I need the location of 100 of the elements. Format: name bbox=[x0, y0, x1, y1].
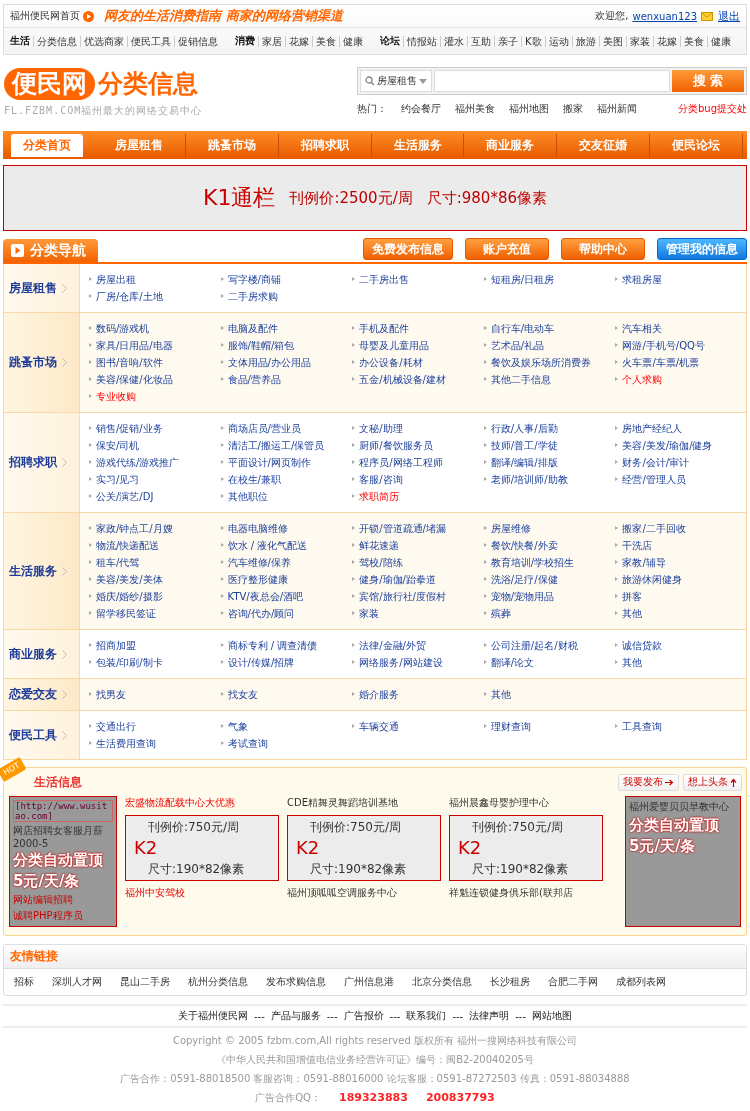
category-label[interactable]: 恋爱交友 bbox=[4, 679, 80, 710]
category-link[interactable]: 求租房屋 bbox=[614, 271, 746, 288]
category-link[interactable]: 清洁工/搬运工/保管员 bbox=[219, 437, 352, 454]
quick-nav-link[interactable]: 美食 bbox=[679, 35, 707, 47]
footer-link[interactable]: 广告报价 bbox=[343, 1009, 384, 1023]
category-link[interactable]: 殡葬 bbox=[482, 605, 615, 622]
footer-link[interactable]: 法律声明 bbox=[469, 1009, 510, 1023]
quick-nav-link[interactable]: 美图 bbox=[598, 35, 626, 47]
category-link[interactable]: 厨师/餐饮服务员 bbox=[351, 437, 483, 454]
category-link[interactable]: 家具/日用品/电器 bbox=[88, 337, 220, 354]
category-link[interactable]: 物流/快递配送 bbox=[88, 537, 220, 554]
category-link[interactable]: 技师/普工/学徒 bbox=[482, 437, 615, 454]
category-link[interactable]: 二手房求购 bbox=[219, 288, 352, 305]
category-link[interactable]: 在校生/兼职 bbox=[219, 471, 352, 488]
category-link[interactable]: 财务/会计/审计 bbox=[614, 454, 746, 471]
bug-report-link[interactable]: 分类bug提交处 bbox=[677, 102, 747, 116]
category-link[interactable]: 美容/保健/化妆品 bbox=[88, 371, 220, 388]
footer-link[interactable]: 产品与服务 bbox=[270, 1009, 321, 1023]
category-link[interactable]: 婚庆/婚纱/摄影 bbox=[88, 588, 220, 605]
category-link[interactable]: 商标专利 / 调查清债 bbox=[219, 637, 352, 654]
category-link[interactable]: 专业收购 bbox=[88, 388, 220, 405]
category-link[interactable]: 图书/音响/软件 bbox=[88, 354, 220, 371]
category-link[interactable]: 考试查询 bbox=[219, 735, 352, 752]
category-link[interactable]: 短租房/日租房 bbox=[482, 271, 615, 288]
arrow-circle-icon[interactable] bbox=[83, 10, 94, 22]
friend-link[interactable]: 杭州分类信息 bbox=[188, 975, 248, 989]
category-link[interactable]: 找男友 bbox=[88, 686, 220, 703]
category-link[interactable]: 婚介服务 bbox=[351, 686, 483, 703]
category-link[interactable]: 拼客 bbox=[614, 588, 746, 605]
category-link[interactable]: 健身/瑜伽/跆拳道 bbox=[351, 571, 483, 588]
category-link[interactable]: 房屋出租 bbox=[88, 271, 220, 288]
category-link[interactable]: 搬家/二手回收 bbox=[614, 520, 746, 537]
quick-nav-link[interactable]: 花嫁 bbox=[652, 35, 680, 47]
listing-link[interactable]: 福州中安驾校 bbox=[125, 886, 279, 900]
category-link[interactable]: 找女友 bbox=[219, 686, 352, 703]
category-link[interactable]: 诚信贷款 bbox=[614, 637, 746, 654]
category-link[interactable]: 包装/印刷/制卡 bbox=[88, 654, 220, 671]
ad-teaser[interactable]: 网店招聘女客服月薪2000-5 bbox=[13, 824, 113, 849]
category-title[interactable]: 招聘求职 bbox=[9, 454, 57, 471]
category-link[interactable]: 其他 bbox=[482, 686, 615, 703]
footer-link[interactable]: 网站地图 bbox=[532, 1009, 573, 1023]
hot-link[interactable]: 福州美食 bbox=[455, 102, 495, 116]
category-link[interactable]: 工具查询 bbox=[614, 718, 746, 735]
category-link[interactable]: 驾校/陪练 bbox=[351, 554, 483, 571]
ad-teaser[interactable]: 福州爱婴贝贝早教中心 bbox=[629, 800, 737, 814]
friend-link[interactable]: 北京分类信息 bbox=[412, 975, 472, 989]
category-label[interactable]: 便民工具 bbox=[4, 711, 80, 759]
category-link[interactable]: 宠物/宠物用品 bbox=[482, 588, 615, 605]
category-link[interactable]: 房屋维修 bbox=[482, 520, 615, 537]
category-link[interactable]: 其他 bbox=[614, 654, 746, 671]
category-link[interactable]: 公司注册/起名/财税 bbox=[482, 637, 615, 654]
category-label[interactable]: 房屋租售 bbox=[4, 264, 80, 312]
category-link[interactable]: 留学移民签证 bbox=[88, 605, 220, 622]
listing-link[interactable]: 祥魁连锁健身俱乐部(联邦店 bbox=[449, 886, 603, 900]
category-link[interactable]: 翻译/编辑/排版 bbox=[482, 454, 615, 471]
category-link[interactable]: 汽车相关 bbox=[614, 320, 746, 337]
category-link[interactable]: 餐饮/快餐/外卖 bbox=[482, 537, 615, 554]
category-link[interactable]: 艺术品/礼品 bbox=[482, 337, 615, 354]
category-label[interactable]: 跳蚤市场 bbox=[4, 313, 80, 412]
quick-nav-link[interactable]: 旅游 bbox=[571, 35, 599, 47]
friend-link[interactable]: 招标 bbox=[14, 975, 34, 989]
category-link[interactable]: 母婴及儿童用品 bbox=[351, 337, 483, 354]
category-link[interactable]: 销售/促销/业务 bbox=[88, 420, 220, 437]
quick-nav-link[interactable]: 美食 bbox=[312, 35, 339, 47]
category-title[interactable]: 生活服务 bbox=[9, 562, 57, 580]
category-link[interactable]: 个人求购 bbox=[614, 371, 746, 388]
category-title[interactable]: 商业服务 bbox=[9, 645, 57, 663]
category-link[interactable]: 美容/美发/瑜伽/健身 bbox=[614, 437, 746, 454]
category-link[interactable]: 汽车维修/保养 bbox=[219, 554, 352, 571]
footer-link[interactable]: 联系我们 bbox=[406, 1009, 447, 1023]
category-link[interactable]: 其他二手信息 bbox=[482, 371, 615, 388]
category-link[interactable]: 数码/游戏机 bbox=[88, 320, 220, 337]
quick-nav-link[interactable]: 家装 bbox=[625, 35, 653, 47]
category-link[interactable]: 电脑及配件 bbox=[219, 320, 352, 337]
category-link[interactable]: 老师/培训师/助教 bbox=[482, 471, 615, 488]
quick-nav-link[interactable]: 优选商家 bbox=[80, 35, 127, 47]
category-link[interactable]: 生活费用查询 bbox=[88, 735, 220, 752]
category-title[interactable]: 恋爱交友 bbox=[9, 686, 57, 703]
category-link[interactable]: 五金/机械设备/建材 bbox=[351, 371, 483, 388]
logout-link[interactable]: 退出 bbox=[718, 8, 740, 24]
category-link[interactable]: 程序员/网络工程师 bbox=[351, 454, 483, 471]
category-link[interactable]: 实习/见习 bbox=[88, 471, 220, 488]
quick-nav-link[interactable]: 分类信息 bbox=[33, 35, 80, 47]
category-link[interactable]: 客服/咨询 bbox=[351, 471, 483, 488]
category-link[interactable]: 理财查询 bbox=[482, 718, 615, 735]
category-link[interactable]: 文体用品/办公用品 bbox=[219, 354, 352, 371]
category-link[interactable]: 鲜花速递 bbox=[351, 537, 483, 554]
category-link[interactable]: 平面设计/网页制作 bbox=[219, 454, 352, 471]
listing-link[interactable]: 福州晨鑫母婴护理中心 bbox=[449, 796, 603, 810]
ad-url[interactable]: [http://www.wusitao.com] bbox=[13, 800, 113, 822]
category-link[interactable]: 法律/金融/外贸 bbox=[351, 637, 483, 654]
category-link[interactable]: 租车/代驾 bbox=[88, 554, 220, 571]
friend-link[interactable]: 广州信息港 bbox=[344, 975, 394, 989]
quick-nav-link[interactable]: 促销信息 bbox=[174, 35, 221, 47]
hot-link[interactable]: 搬家 bbox=[563, 102, 583, 116]
friend-link[interactable]: 昆山二手房 bbox=[120, 975, 170, 989]
category-title[interactable]: 跳蚤市场 bbox=[9, 354, 57, 371]
home-link[interactable]: 福州便民网首页 bbox=[10, 9, 80, 23]
category-link[interactable]: 家教/辅导 bbox=[614, 554, 746, 571]
quick-nav-link[interactable]: 健康 bbox=[706, 35, 734, 47]
